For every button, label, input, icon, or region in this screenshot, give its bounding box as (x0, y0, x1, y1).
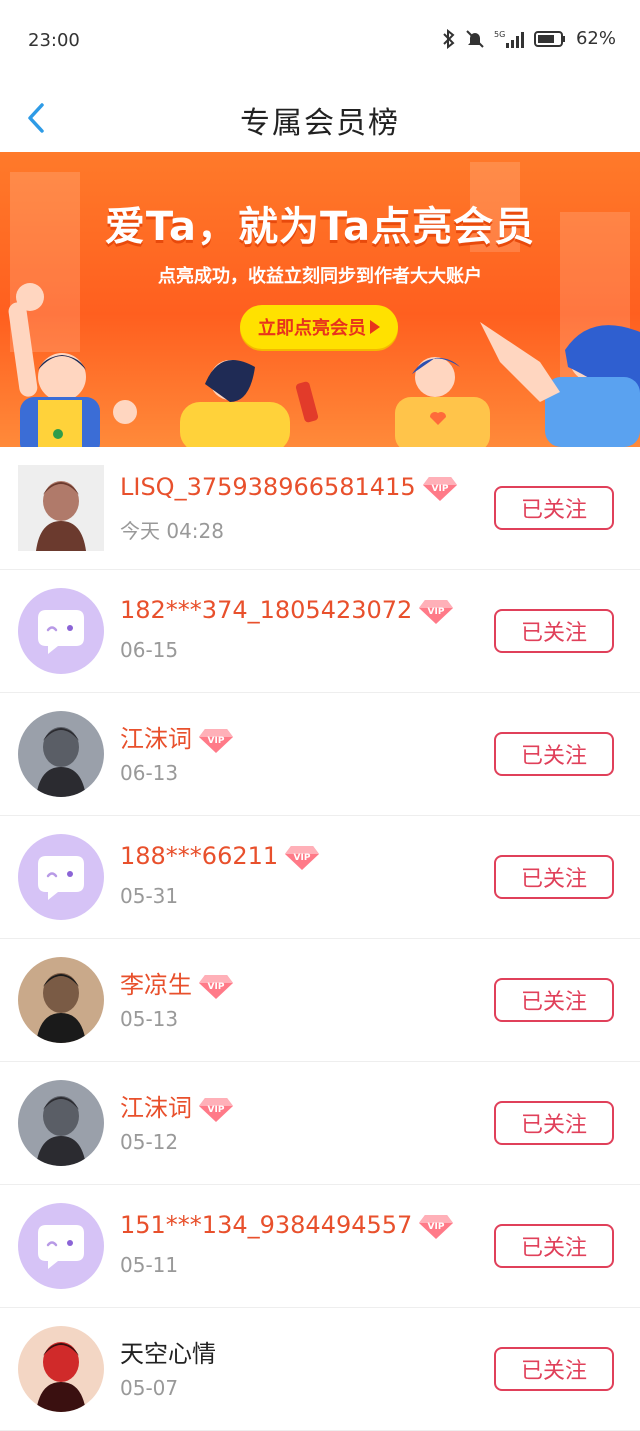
member-date: 05-12 (120, 1130, 179, 1154)
vip-badge-icon: VIP (419, 600, 454, 624)
vip-badge-icon: VIP (199, 729, 233, 753)
member-name: 151***134_9384494557 (120, 1211, 413, 1239)
member-row[interactable]: 江沫词 VIP 05-12 已关注 (0, 1062, 640, 1185)
followed-button[interactable]: 已关注 (494, 978, 614, 1022)
vip-badge-icon: VIP (422, 477, 457, 501)
member-name-line: 江沫词 VIP (120, 1088, 234, 1123)
member-name: LISQ_375938966581415 (120, 473, 416, 501)
member-name-line: 江沫词 VIP (120, 719, 234, 754)
member-name-line: 天空心情 (120, 1334, 216, 1369)
followed-button[interactable]: 已关注 (494, 855, 614, 899)
followed-button[interactable]: 已关注 (494, 609, 614, 653)
battery-percentage: 62% (575, 28, 616, 49)
member-date: 06-15 (120, 638, 179, 662)
member-row[interactable]: 天空心情 05-07 已关注 (0, 1308, 640, 1431)
bluetooth-icon (442, 28, 456, 49)
vip-badge-icon: VIP (199, 975, 233, 999)
photo-avatar-dark[interactable] (18, 711, 104, 797)
member-name: 182***374_1805423072 (120, 596, 413, 624)
vip-badge-icon: VIP (199, 1098, 233, 1122)
default-avatar[interactable] (18, 588, 104, 674)
promo-banner[interactable]: 爱Ta，就为Ta点亮会员 点亮成功，收益立刻同步到作者大大账户 立即点亮会员 (0, 152, 640, 447)
member-name-line: LISQ_375938966581415 VIP (120, 473, 458, 502)
svg-text:5G: 5G (494, 30, 505, 39)
member-name: 江沫词 (120, 1094, 192, 1122)
member-row[interactable]: 188***66211 VIP 05-31 已关注 (0, 816, 640, 939)
chat-bubble-icon (38, 610, 84, 654)
status-time: 23:00 (28, 30, 80, 51)
followed-button[interactable]: 已关注 (494, 1347, 614, 1391)
photo-avatar-child[interactable] (18, 1326, 104, 1412)
vip-badge-icon: VIP (419, 1215, 454, 1239)
photo-avatar-dark[interactable] (18, 1080, 104, 1166)
banner-title: 爱Ta，就为Ta点亮会员 (104, 204, 536, 250)
chat-bubble-icon (38, 1225, 84, 1269)
member-name: 李凉生 (120, 971, 192, 999)
member-list: LISQ_375938966581415 VIP 今天 04:28 已关注 182***… (0, 447, 640, 1431)
photo-avatar-man[interactable] (18, 957, 104, 1043)
followed-button[interactable]: 已关注 (494, 1101, 614, 1145)
member-date: 06-13 (120, 761, 179, 785)
member-name: 天空心情 (120, 1340, 216, 1368)
photo-avatar-clothes[interactable] (18, 465, 104, 551)
member-row[interactable]: 李凉生 VIP 05-13 已关注 (0, 939, 640, 1062)
status-bar: 23:00 5G 62% (0, 0, 640, 84)
member-date: 05-31 (120, 884, 179, 908)
member-row[interactable]: 151***134_9384494557 VIP 05-11 已关注 (0, 1185, 640, 1308)
member-date: 今天 04:28 (120, 519, 224, 543)
member-row[interactable]: 182***374_1805423072 VIP 06-15 已关注 (0, 570, 640, 693)
battery-icon (533, 30, 566, 48)
member-date: 05-11 (120, 1253, 179, 1277)
svg-text:VIP: VIP (208, 982, 225, 992)
5g-signal-icon: 5G (494, 29, 524, 49)
default-avatar[interactable] (18, 1203, 104, 1289)
member-row[interactable]: 江沫词 VIP 06-13 已关注 (0, 693, 640, 816)
followed-button[interactable]: 已关注 (494, 486, 614, 530)
member-name: 188***66211 (120, 842, 279, 870)
svg-text:VIP: VIP (208, 1105, 225, 1115)
title-bar: 专属会员榜 (0, 84, 640, 152)
member-date: 05-13 (120, 1007, 179, 1031)
chat-bubble-icon (38, 856, 84, 900)
followed-button[interactable]: 已关注 (494, 732, 614, 776)
member-row[interactable]: LISQ_375938966581415 VIP 今天 04:28 已关注 (0, 447, 640, 570)
svg-text:VIP: VIP (428, 607, 445, 617)
member-name: 江沫词 (120, 725, 192, 753)
followed-button[interactable]: 已关注 (494, 1224, 614, 1268)
member-date: 05-07 (120, 1376, 179, 1400)
vip-badge-icon: VIP (285, 846, 320, 870)
status-icons: 5G 62% (442, 28, 616, 49)
svg-text:VIP: VIP (431, 484, 448, 494)
banner-subtitle: 点亮成功，收益立刻同步到作者大大账户 (158, 266, 482, 287)
svg-text:VIP: VIP (294, 853, 311, 863)
default-avatar[interactable] (18, 834, 104, 920)
page-title: 专属会员榜 (240, 106, 400, 141)
svg-text:VIP: VIP (428, 1222, 445, 1232)
svg-text:VIP: VIP (208, 736, 225, 746)
member-name-line: 188***66211 VIP (120, 842, 320, 871)
play-arrow-icon (370, 320, 380, 334)
light-up-vip-label: 立即点亮会员 (258, 318, 366, 339)
mute-icon (466, 29, 484, 49)
member-name-line: 182***374_1805423072 VIP (120, 596, 454, 625)
light-up-vip-button[interactable]: 立即点亮会员 (240, 305, 398, 349)
member-name-line: 李凉生 VIP (120, 965, 234, 1000)
member-name-line: 151***134_9384494557 VIP (120, 1211, 454, 1240)
